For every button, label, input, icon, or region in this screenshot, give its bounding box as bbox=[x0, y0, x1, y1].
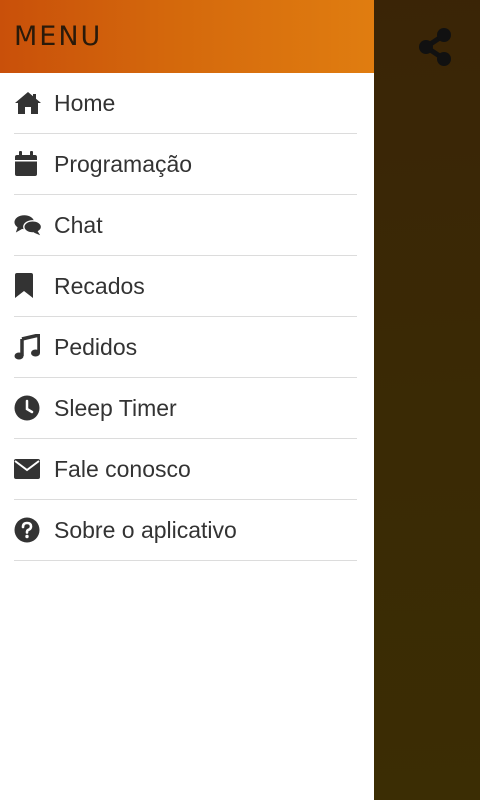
drawer-title: MENU bbox=[14, 21, 103, 52]
menu-item-programacao[interactable]: Programação bbox=[14, 134, 357, 195]
music-note-icon bbox=[14, 333, 42, 361]
share-button[interactable] bbox=[414, 26, 456, 68]
home-icon bbox=[14, 89, 42, 117]
calendar-icon bbox=[14, 150, 42, 178]
menu-item-recados[interactable]: Recados bbox=[14, 256, 357, 317]
menu-item-chat[interactable]: Chat bbox=[14, 195, 357, 256]
share-icon bbox=[418, 28, 452, 66]
menu-item-fale-conosco[interactable]: Fale conosco bbox=[14, 439, 357, 500]
envelope-icon bbox=[14, 455, 42, 483]
menu-item-label: Pedidos bbox=[54, 333, 138, 360]
menu-item-pedidos[interactable]: Pedidos bbox=[14, 317, 357, 378]
drawer-header: MENU bbox=[0, 0, 374, 73]
clock-icon bbox=[14, 394, 42, 422]
menu-item-sobre-o-aplicativo[interactable]: Sobre o aplicativo bbox=[14, 500, 357, 561]
menu-item-sleep-timer[interactable]: Sleep Timer bbox=[14, 378, 357, 439]
bookmark-icon bbox=[14, 272, 42, 300]
menu-list: Home Programação Chat Recados Pedidos Sl… bbox=[0, 73, 374, 561]
question-circle-icon bbox=[14, 516, 42, 544]
menu-item-label: Recados bbox=[54, 272, 145, 299]
menu-item-label: Sleep Timer bbox=[54, 394, 177, 421]
menu-item-label: Home bbox=[54, 89, 116, 116]
navigation-drawer: MENU Home Programação Chat Recados Pedid… bbox=[0, 0, 374, 800]
menu-item-label: Fale conosco bbox=[54, 455, 191, 482]
menu-item-label: Chat bbox=[54, 211, 103, 238]
menu-item-home[interactable]: Home bbox=[14, 73, 357, 134]
chat-bubbles-icon bbox=[14, 211, 42, 239]
menu-item-label: Sobre o aplicativo bbox=[54, 516, 237, 543]
menu-item-label: Programação bbox=[54, 150, 193, 177]
